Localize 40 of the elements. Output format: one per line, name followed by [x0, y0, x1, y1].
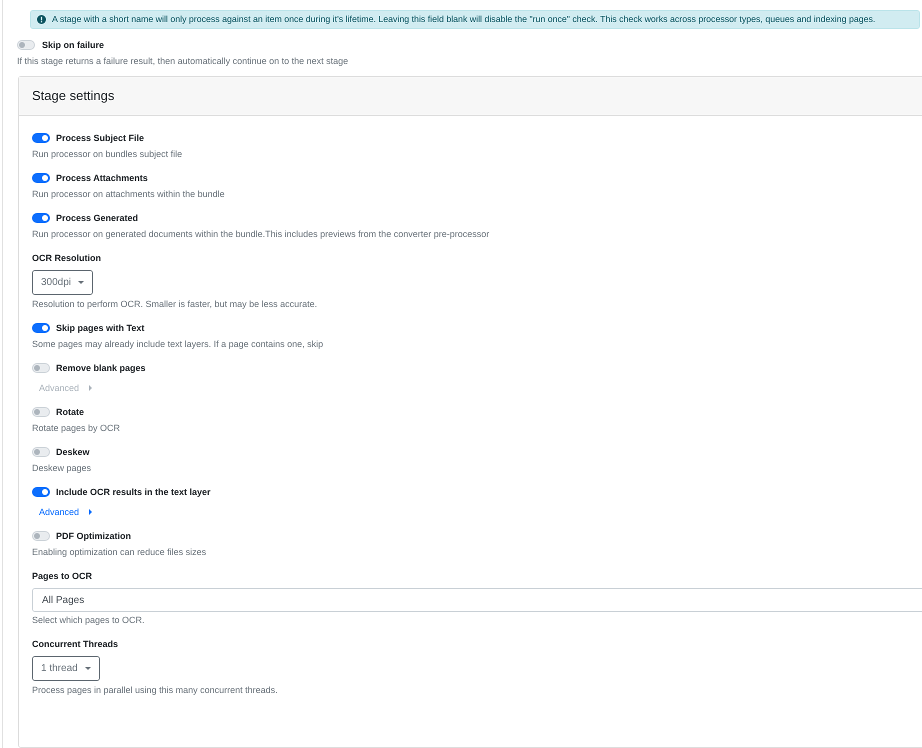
- caret-right-icon: [89, 385, 92, 391]
- help-text: Deskew pages: [32, 462, 92, 475]
- setting-label: PDF Optimization: [56, 530, 131, 543]
- help-text: If this stage returns a failure result, then automatically continue on to the next stage: [17, 55, 350, 68]
- caret-right-icon: [89, 509, 92, 515]
- help-text: Process pages in parallel using this many concurrent threads.: [32, 684, 279, 697]
- setting-label: Concurrent Threads: [32, 638, 118, 651]
- toggle-switch[interactable]: [32, 213, 50, 223]
- help-text: Rotate pages by OCR: [32, 422, 122, 435]
- setting-label: Include OCR results in the text layer: [56, 486, 211, 499]
- alert-text: A stage with a short name will only process against an item once during it's lifetime. Leaving this field blank will disable the "run once" check. This check works across processor types, queues and indexing pages.: [52, 12, 876, 26]
- toggle-switch[interactable]: [32, 133, 50, 143]
- help-text: Run processor on bundles subject file: [32, 148, 184, 161]
- caret-icon: [84, 667, 91, 670]
- help-text: Resolution to perform OCR. Smaller is faster, but may be less accurate.: [32, 298, 318, 311]
- setting-label: OCR Resolution: [32, 252, 101, 265]
- help-text: Run processor on generated documents within the bundle.This includes previews from the converter pre-processor: [32, 228, 490, 241]
- setting-label: Skip on failure: [42, 39, 104, 52]
- setting-label: Pages to OCR: [32, 570, 92, 583]
- toggle-switch[interactable]: [32, 173, 50, 183]
- setting-label: Process Attachments: [56, 172, 148, 185]
- dropdown-button[interactable]: 1 thread: [32, 656, 100, 681]
- advanced-link[interactable]: Advanced: [32, 505, 92, 519]
- toggle-switch[interactable]: [32, 323, 50, 333]
- setting-label: Process Generated: [56, 212, 138, 225]
- setting-label: Remove blank pages: [56, 362, 146, 375]
- help-text: Select which pages to OCR.: [32, 614, 146, 627]
- toggle-switch[interactable]: [32, 487, 50, 497]
- setting-label: Skip pages with Text: [56, 322, 144, 335]
- help-text: Some pages may already include text layers. If a page contains one, skip: [32, 338, 324, 351]
- help-text: Run processor on attachments within the bundle: [32, 188, 226, 201]
- exclamation-circle-icon: [37, 15, 46, 24]
- setting-label: Process Subject File: [56, 132, 144, 145]
- dropdown-button[interactable]: 300dpi: [32, 270, 94, 295]
- setting-label: Rotate: [56, 406, 84, 419]
- select-field[interactable]: All Pages: [32, 588, 922, 612]
- help-text: Enabling optimization can reduce files sizes: [32, 546, 208, 559]
- setting-label: Deskew: [56, 446, 90, 459]
- caret-icon: [78, 281, 84, 284]
- card-title: Stage settings: [32, 87, 114, 106]
